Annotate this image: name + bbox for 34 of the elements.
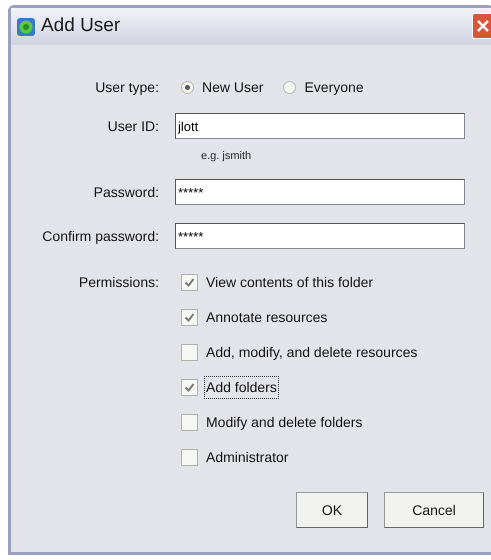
dialog-button[interactable]: Cancel <box>384 492 484 528</box>
field-label: Password: <box>94 182 159 202</box>
radio-label: New User <box>202 78 264 96</box>
checkbox-label: View contents of this folder <box>205 272 374 292</box>
checkbox-label: Add folders <box>205 376 278 398</box>
check-icon <box>184 276 195 288</box>
checkbox[interactable] <box>181 308 198 326</box>
text-field[interactable]: ***** <box>175 179 465 205</box>
close-button[interactable] <box>472 13 491 39</box>
checkbox[interactable] <box>181 274 198 290</box>
checkbox-label: Annotate resources <box>205 308 328 326</box>
field-label: Confirm password: <box>42 226 159 246</box>
hint-text: e.g. jsmith <box>201 150 252 162</box>
field-label: User ID: <box>108 116 159 136</box>
dialog-button[interactable]: OK <box>296 492 368 528</box>
checkbox[interactable] <box>181 414 198 430</box>
text-field[interactable]: jlott <box>175 113 465 139</box>
radio-button[interactable] <box>181 80 194 94</box>
window-title: Add User <box>41 14 120 38</box>
check-icon <box>184 312 195 322</box>
close-icon <box>476 19 490 33</box>
checkbox-label: Administrator <box>205 448 290 466</box>
checkbox-label: Modify and delete folders <box>205 412 364 432</box>
check-icon <box>184 382 195 392</box>
radio-button[interactable] <box>283 80 296 94</box>
checkbox[interactable] <box>181 344 198 360</box>
checkbox[interactable] <box>181 448 198 466</box>
field-label: Permissions: <box>78 272 159 292</box>
app-icon <box>17 18 35 36</box>
text-field[interactable]: ***** <box>175 223 465 249</box>
checkbox[interactable] <box>181 378 198 396</box>
field-label: User type: <box>95 78 159 97</box>
radio-label: Everyone <box>304 78 364 97</box>
checkbox-label: Add, modify, and delete resources <box>205 342 418 362</box>
